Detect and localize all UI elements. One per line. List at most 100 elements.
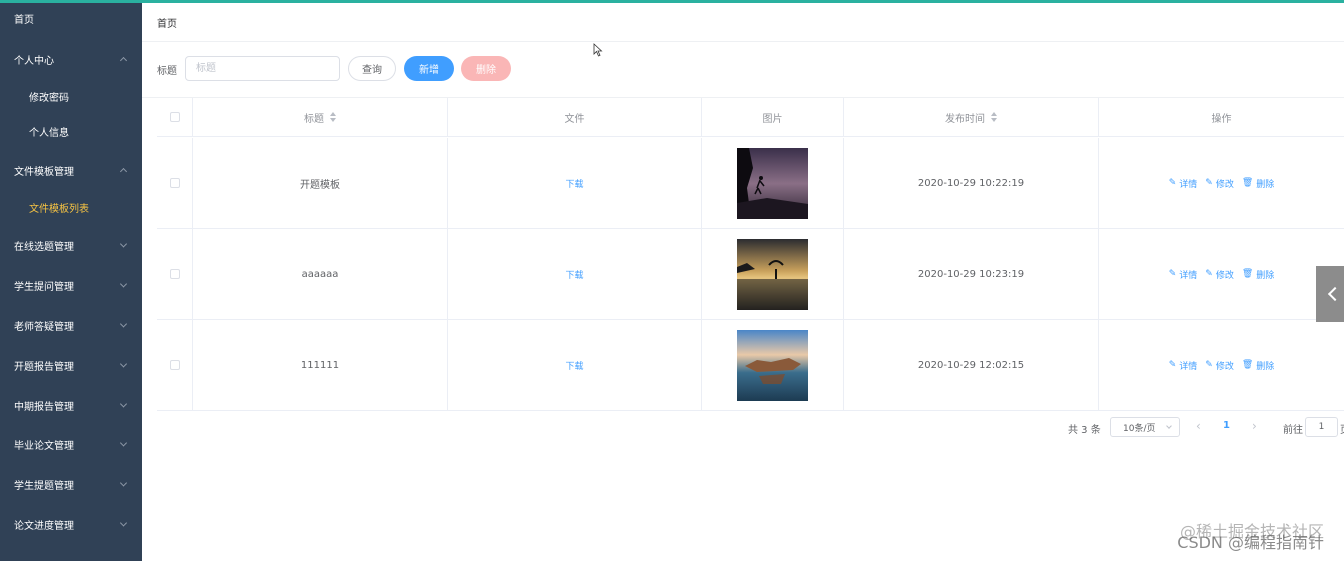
sidebar-item-topic-selection[interactable]: 在线选题管理 [0,234,142,256]
breadcrumb[interactable]: 首页 [157,15,177,30]
chevron-up-icon [119,167,128,176]
sort-icon[interactable] [991,112,997,122]
sidebar-item-label: 开题报告管理 [14,361,74,373]
edit-pen-icon: ✎ [1168,360,1177,370]
prev-page-icon[interactable]: ‹ [1196,419,1206,435]
chevron-down-icon [119,280,128,288]
edit-action[interactable]: ✎ 修改 [1205,177,1234,190]
table-row: 111111 下载 2020-10-29 12:02:15 ✎ 详情 ✎ 修改 🗑 删… [157,320,1344,411]
edit-pen-icon: ✎ [1205,269,1213,279]
column-header-actions: 操作 [1099,98,1344,136]
title-cell: 开题模板 [193,138,448,228]
sidebar-item-personal-info[interactable]: 个人信息 [0,120,142,142]
sidebar-item-label: 学生提题管理 [14,480,74,492]
chevron-down-icon [119,360,128,368]
chevron-down-icon [119,479,128,487]
column-header-image: 图片 [702,98,844,136]
row-checkbox[interactable] [169,360,180,370]
next-page-icon[interactable]: › [1252,419,1262,435]
detail-action[interactable]: ✎ 详情 [1169,177,1198,190]
download-link[interactable]: 下载 [565,359,583,372]
column-header-time[interactable]: 发布时间 [844,98,1099,136]
chevron-down-icon [119,519,128,527]
add-button[interactable]: 新增 [404,56,454,81]
column-label: 发布时间 [945,113,985,125]
actions-cell: ✎ 详情 ✎ 修改 🗑 删除 [1099,229,1344,319]
sidebar-item-personal-center[interactable]: 个人中心 [0,48,142,70]
collapse-panel-tab[interactable] [1316,266,1344,322]
sidebar-item-label: 文件模板列表 [29,203,89,215]
sidebar-item-opening-report[interactable]: 开题报告管理 [0,354,142,376]
floating-village-image[interactable] [737,329,808,401]
current-page-number[interactable]: 1 [1223,420,1230,431]
divider [142,41,1344,42]
sort-icon[interactable] [330,112,336,122]
main-content: 首页 标题 查询 新增 删除 标题 文件 图片 发布时间 操作 开题模板 下载 [142,3,1344,561]
delete-action[interactable]: 🗑 删除 [1242,177,1274,190]
lake-tree-sunset-image[interactable] [737,238,808,310]
row-checkbox[interactable] [169,178,180,188]
image-cell [702,138,844,228]
sidebar-item-student-proposal[interactable]: 学生提题管理 [0,473,142,495]
query-button[interactable]: 查询 [348,56,396,81]
sidebar-item-label: 文件模板管理 [14,166,74,178]
header-select-cell [157,98,193,136]
watermark-line: CSDN @编程指南针 [1177,533,1324,552]
detail-action[interactable]: ✎ 详情 [1169,359,1198,372]
trash-icon: 🗑 [1241,360,1254,370]
column-label: 图片 [762,113,783,125]
delete-action[interactable]: 🗑 删除 [1242,268,1274,281]
actions-cell: ✎ 详情 ✎ 修改 🗑 删除 [1099,138,1344,228]
file-cell: 下载 [448,320,702,410]
download-link[interactable]: 下载 [565,268,583,281]
row-title: aaaaaa [301,268,339,280]
select-all-checkbox[interactable] [169,112,180,122]
sidebar-item-template-management[interactable]: 文件模板管理 [0,159,142,181]
sidebar-item-thesis-management[interactable]: 毕业论文管理 [0,433,142,455]
edit-pen-icon: ✎ [1205,178,1213,188]
sidebar-item-teacher-answers[interactable]: 老师答疑管理 [0,314,142,336]
table-row: 开题模板 下载 2020-10-29 10:22:19 ✎ 详情 ✎ 修改 🗑 删除 [157,138,1344,229]
sidebar-item-home[interactable]: 首页 [0,7,142,29]
sidebar-item-label: 学生提问管理 [14,281,74,293]
sidebar-item-student-questions[interactable]: 学生提问管理 [0,274,142,296]
edit-action[interactable]: ✎ 修改 [1205,359,1234,372]
publish-time: 2020-10-29 10:22:19 [917,177,1025,189]
publish-time: 2020-10-29 10:23:19 [917,268,1025,280]
pagination-total: 共 3 条 [1068,425,1101,436]
actions-cell: ✎ 详情 ✎ 修改 🗑 删除 [1099,320,1344,410]
row-select-cell [157,320,193,410]
table-row: aaaaaa 下载 2020-10-29 10:23:19 ✎ 详情 ✎ 修改 🗑 删… [157,229,1344,320]
edit-pen-icon: ✎ [1205,360,1213,370]
image-cell [702,320,844,410]
goto-page-input[interactable]: 1 [1305,417,1338,437]
row-title: 开题模板 [300,179,340,191]
sidebar-item-midterm-report[interactable]: 中期报告管理 [0,394,142,416]
trash-icon: 🗑 [1241,178,1254,188]
row-checkbox[interactable] [169,269,180,279]
chevron-down-icon [119,439,128,447]
edit-pen-icon: ✎ [1168,178,1177,188]
sidebar-item-thesis-progress[interactable]: 论文进度管理 [0,513,142,535]
file-cell: 下载 [448,229,702,319]
mouse-cursor-icon [593,43,603,57]
detail-action[interactable]: ✎ 详情 [1169,268,1198,281]
delete-action[interactable]: 🗑 删除 [1242,359,1274,372]
climber-silhouette-image[interactable] [737,147,808,219]
sidebar-item-label: 个人信息 [29,127,69,139]
sidebar-item-change-password[interactable]: 修改密码 [0,85,142,107]
chevron-down-icon [119,240,128,248]
column-label: 操作 [1211,113,1232,125]
edit-action[interactable]: ✎ 修改 [1205,268,1234,281]
column-header-file: 文件 [448,98,702,136]
row-select-cell [157,229,193,319]
download-link[interactable]: 下载 [565,177,583,190]
sidebar-item-template-list[interactable]: 文件模板列表 [0,196,142,218]
page-size-select[interactable]: 10条/页 [1110,417,1180,437]
sidebar-item-label: 首页 [14,14,34,26]
column-header-title[interactable]: 标题 [193,98,448,136]
sidebar-item-label: 在线选题管理 [14,241,74,253]
title-search-input[interactable] [185,56,340,81]
batch-delete-button[interactable]: 删除 [461,56,511,81]
row-select-cell [157,138,193,228]
